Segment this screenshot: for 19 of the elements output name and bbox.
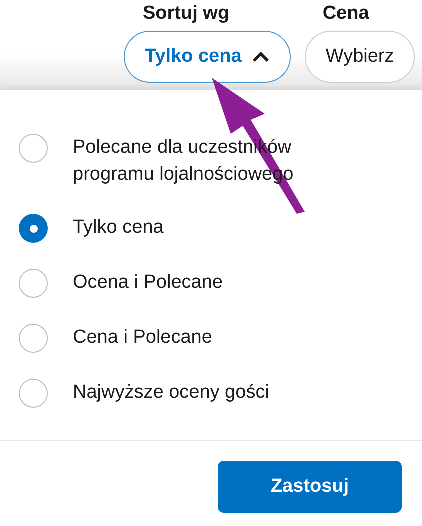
- filter-label: Cena: [322, 2, 370, 26]
- option-label: Cena i Polecane: [73, 326, 214, 350]
- filter-label: Sortuj wg: [143, 2, 230, 26]
- radio-button[interactable]: [19, 134, 48, 163]
- sort-option[interactable]: Najwyższe oceny gości: [0, 379, 422, 408]
- radio-button[interactable]: [19, 379, 48, 408]
- filter-dropdown[interactable]: Wybierz: [304, 31, 416, 83]
- option-label: Ocena i Polecane: [73, 271, 224, 295]
- sort-option[interactable]: Tylko cena: [0, 214, 422, 243]
- filter-dropdown[interactable]: Tylko cena: [124, 31, 291, 83]
- sort-option[interactable]: Cena i Polecane: [0, 324, 422, 353]
- option-label: Tylko cena: [73, 216, 165, 240]
- radio-button[interactable]: [19, 214, 48, 243]
- sort-option[interactable]: Ocena i Polecane: [0, 269, 422, 298]
- chevron-up-icon: [252, 51, 270, 63]
- radio-button[interactable]: [19, 269, 48, 298]
- option-label: Najwyższe oceny gości: [73, 381, 270, 405]
- apply-button[interactable]: Zastosuj: [218, 461, 402, 513]
- radio-button[interactable]: [19, 324, 48, 353]
